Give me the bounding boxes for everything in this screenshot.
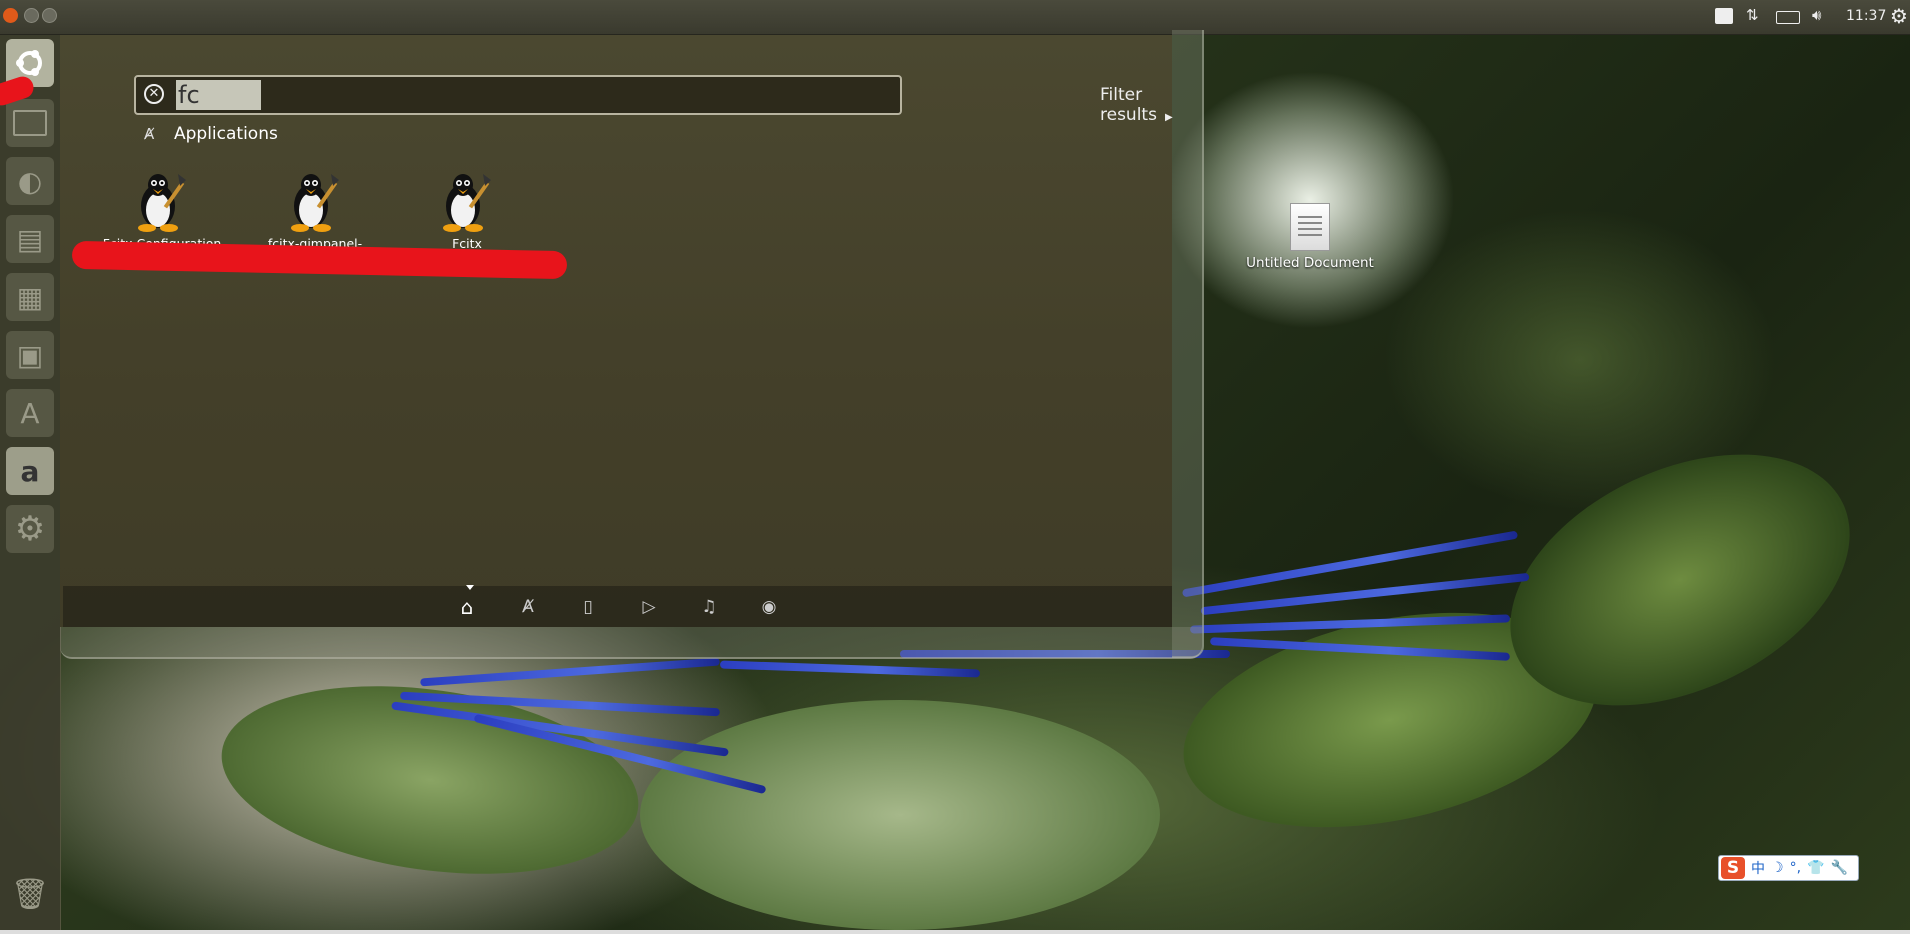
top-panel: ⇅ 🔊︎ 11:37 ⚙: [0, 0, 1910, 35]
dash: ✕ Filter results ▶ Ⱥ Applications Fcitx C…: [60, 35, 1173, 627]
tux-penguin-icon: [134, 170, 190, 232]
triangle-right-icon: ▶: [1164, 112, 1173, 123]
search-box[interactable]: ✕: [134, 75, 902, 115]
lens-bar: ⌂ Ⱥ ▯ ▷ ♫ ◉: [63, 586, 1172, 627]
applications-lens-icon[interactable]: Ⱥ: [517, 596, 539, 618]
app-fcitx-configuration[interactable]: Fcitx Configuration: [82, 170, 242, 251]
dash-frame-edge: [60, 627, 1202, 659]
clear-search-icon[interactable]: ✕: [144, 84, 164, 104]
flower-filament: [1181, 530, 1519, 598]
files-lens-icon[interactable]: ▯: [577, 596, 599, 618]
folder-icon[interactable]: [6, 99, 54, 147]
search-input[interactable]: [176, 80, 261, 110]
tux-penguin-icon: [287, 170, 343, 232]
photo-lens-icon[interactable]: ◉: [758, 596, 780, 618]
window-maximize-button[interactable]: [42, 8, 57, 23]
desktop-file-label: Untitled Document: [1246, 255, 1374, 271]
firefox-icon[interactable]: ◐: [6, 157, 54, 205]
flower-filament: [420, 657, 720, 687]
active-lens-indicator: [466, 585, 474, 590]
software-center-icon[interactable]: A: [6, 389, 54, 437]
app-fcitx[interactable]: Fcitx: [387, 170, 547, 251]
input-method-toolbar: S 中 ☽ °, 👕 🔧: [1718, 855, 1859, 881]
notification-icon[interactable]: [1715, 8, 1733, 24]
launcher: ◐ ▤ ▦ ▣ A a ⚙ 🗑︎: [0, 35, 61, 934]
sogou-logo-icon[interactable]: S: [1721, 857, 1745, 879]
chinese-mode-toggle[interactable]: 中: [1751, 858, 1765, 878]
network-icon[interactable]: ⇅: [1746, 6, 1759, 24]
skin-shirt-icon[interactable]: 👕: [1807, 860, 1824, 876]
window-close-button[interactable]: [3, 8, 18, 23]
settings-gear-icon[interactable]: ⚙: [1890, 4, 1908, 28]
music-lens-icon[interactable]: ♫: [698, 596, 720, 618]
settings-wrench-icon[interactable]: 🔧: [1830, 860, 1847, 876]
flower-filament: [719, 660, 981, 678]
tux-penguin-icon: [439, 170, 495, 232]
impress-icon[interactable]: ▣: [6, 331, 54, 379]
flower-petal: [640, 700, 1160, 930]
volume-icon[interactable]: 🔊︎: [1812, 6, 1821, 24]
trash-icon[interactable]: 🗑︎: [6, 870, 54, 918]
punctuation-toggle-icon[interactable]: °,: [1790, 860, 1801, 876]
screen-bottom-edge: [0, 930, 1910, 934]
writer-icon[interactable]: ▤: [6, 215, 54, 263]
home-lens-icon[interactable]: ⌂: [456, 596, 478, 618]
category-label: Applications: [174, 124, 278, 144]
filter-results-button[interactable]: Filter results ▶: [1100, 85, 1173, 125]
dash-frame-edge: [1172, 30, 1204, 658]
document-icon: [1290, 203, 1330, 251]
calc-icon[interactable]: ▦: [6, 273, 54, 321]
gear-icon[interactable]: ⚙: [6, 505, 54, 553]
clock[interactable]: 11:37: [1846, 8, 1886, 24]
applications-category-icon: Ⱥ: [144, 125, 155, 143]
video-lens-icon[interactable]: ▷: [638, 596, 660, 618]
window-minimize-button[interactable]: [24, 8, 39, 23]
half-width-toggle-icon[interactable]: ☽: [1771, 860, 1784, 876]
desktop-file-untitled-document[interactable]: Untitled Document: [1240, 203, 1380, 271]
amazon-icon[interactable]: a: [6, 447, 54, 495]
battery-icon[interactable]: [1776, 11, 1800, 24]
filter-results-label: Filter results: [1100, 85, 1157, 125]
